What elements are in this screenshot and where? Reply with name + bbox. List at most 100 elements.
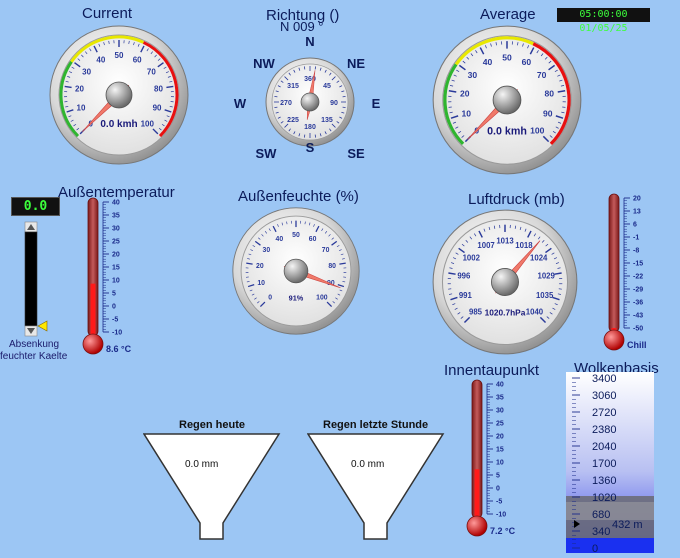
average-title: Average [480, 6, 536, 23]
thermometer-scale-label: 10 [496, 460, 504, 467]
thermometer-scale-label: 20 [496, 434, 504, 441]
compass-tick-label: 315 [287, 83, 299, 90]
compass-cardinal-sw: SW [256, 146, 278, 161]
thermometer-scale-label: 0 [496, 486, 500, 493]
thermometer-reading: 8.6 °C [106, 344, 132, 354]
thermometer-scale-label: -5 [496, 499, 502, 506]
thermometer-scale-label: 40 [112, 200, 120, 207]
gauge-tick-label: 1040 [526, 308, 544, 317]
gauge-reading: 0.0 kmh [100, 119, 137, 130]
gauge-tick-label: 10 [77, 103, 86, 112]
gauge-tick-label: 1013 [496, 236, 514, 245]
thermometer-scale-label: -10 [496, 512, 506, 519]
cloud-scale-label: 0 [592, 543, 598, 553]
gauge-tick-label: 1035 [536, 291, 554, 300]
thermometer-bulb [83, 334, 103, 354]
slider-pointer[interactable] [38, 321, 47, 331]
gauge-tick-label: 1007 [477, 241, 494, 250]
rain-last-hour-funnel: 0.0 mm [307, 433, 445, 548]
thermometer-scale-label: 6 [633, 222, 637, 229]
thermometer-scale-label: 13 [633, 209, 641, 216]
humidity-title: Außenfeuchte (%) [238, 188, 359, 205]
compass-tick-label: 135 [321, 117, 333, 124]
cloud-scale-label: 340 [592, 526, 610, 538]
compass-tick-label: 45 [323, 83, 331, 90]
cloud-scale-label: 2040 [592, 441, 616, 453]
gauge-hub [284, 259, 308, 283]
pressure-gauge: 9859919961002100710131018102410291035104… [431, 208, 579, 356]
rain-last-hour-title: Regen letzte Stunde [323, 419, 428, 431]
thermometer-scale-label: 30 [496, 408, 504, 415]
thermometer-scale-label: 15 [112, 265, 120, 272]
cloud-base-scale: 3400306027202380204017001360102068034004… [566, 372, 654, 558]
cloud-scale-label: 3400 [592, 373, 616, 385]
gauge-tick-label: 40 [483, 57, 493, 67]
thermometer-fill [475, 469, 480, 522]
gauge-tick-label: 40 [276, 236, 284, 243]
thermometer-scale-label: 25 [496, 421, 504, 428]
thermometer-scale-label: 5 [496, 473, 500, 480]
dew-point-thermometer: 4035302520151050-5-107.2 °C [462, 376, 532, 540]
thermometer-scale-label: -22 [633, 274, 643, 281]
thermometer-bulb [604, 330, 624, 350]
gauge-tick-label: 80 [545, 89, 555, 99]
gauge-hub [491, 268, 518, 295]
gauge-tick-label: 20 [460, 89, 470, 99]
gauge-tick-label: 985 [469, 308, 483, 317]
gauge-tick-label: 20 [75, 85, 84, 94]
gauge-tick-label: 1018 [515, 241, 533, 250]
thermometer-scale-label: 0 [112, 304, 116, 311]
cloud-scale-label: 680 [592, 509, 610, 521]
gauge-tick-label: 60 [133, 55, 142, 64]
cooling-display: 0.0 [11, 197, 60, 216]
cloud-scale-label: 2720 [592, 407, 616, 419]
average-speed-gauge: 01020304050607080901000.0 kmh [431, 24, 583, 176]
gauge-tick-label: 1024 [530, 254, 548, 263]
gauge-tick-label: 996 [457, 272, 471, 281]
thermometer-scale-label: -29 [633, 287, 643, 294]
gauge-tick-label: 80 [328, 263, 336, 270]
pressure-title: Luftdruck (mb) [468, 191, 565, 208]
compass-tick-label: 180 [304, 124, 316, 131]
thermometer-scale-label: 30 [112, 226, 120, 233]
compass-cardinal-s: S [306, 140, 315, 155]
cooling-label-2: feuchter Kaelte [0, 351, 67, 362]
compass-cardinal-se: SE [347, 146, 365, 161]
gauge-tick-label: 100 [316, 295, 328, 302]
thermometer-bulb [467, 516, 487, 536]
thermometer-scale-label: 5 [112, 291, 116, 298]
gauge-tick-label: 10 [257, 280, 265, 287]
chill-thermometer: 20136-1-8-15-22-29-36-43-50Chill [599, 190, 669, 354]
gauge-tick-label: 1029 [537, 272, 555, 281]
cloud-scale-label: 3060 [592, 390, 616, 402]
gauge-tick-label: 60 [522, 57, 532, 67]
gauge-hub [106, 82, 132, 108]
gauge-reading: 0.0 kmh [487, 125, 527, 137]
compass-tick-label: 90 [330, 100, 338, 107]
thermometer-scale-label: -1 [633, 235, 639, 242]
rain-today-value: 0.0 mm [185, 459, 218, 470]
gauge-tick-label: 70 [322, 247, 330, 254]
gauge-tick-label: 40 [96, 55, 105, 64]
current-speed-gauge: 01020304050607080901000.0 kmh [48, 24, 190, 166]
compass-cardinal-e: E [372, 96, 381, 111]
cloud-scale-label: 2380 [592, 424, 616, 436]
gauge-tick-label: 50 [115, 51, 124, 60]
cloud-base-reading: 432 m [612, 519, 643, 531]
thermometer-scale-label: 10 [112, 278, 120, 285]
gauge-tick-label: 20 [256, 263, 264, 270]
thermometer-fill [91, 284, 96, 340]
rain-today-funnel: 0.0 mm [143, 433, 281, 548]
wind-direction-compass: 3604590135180225270315NNEESESSWWNW [228, 34, 392, 162]
gauge-tick-label: 10 [462, 108, 472, 118]
thermometer-reading: Chill [627, 340, 647, 350]
compass-cardinal-w: W [234, 96, 247, 111]
cloud-scale-label: 1020 [592, 492, 616, 504]
thermometer-scale-label: 25 [112, 239, 120, 246]
cooling-slider[interactable] [23, 222, 37, 334]
thermometer-scale-label: 35 [112, 213, 120, 220]
cooling-label-1: Absenkung [9, 339, 59, 350]
wind-direction-reading: N 009 ° [280, 19, 324, 34]
rain-today-title: Regen heute [179, 419, 245, 431]
gauge-tick-label: 30 [263, 247, 271, 254]
